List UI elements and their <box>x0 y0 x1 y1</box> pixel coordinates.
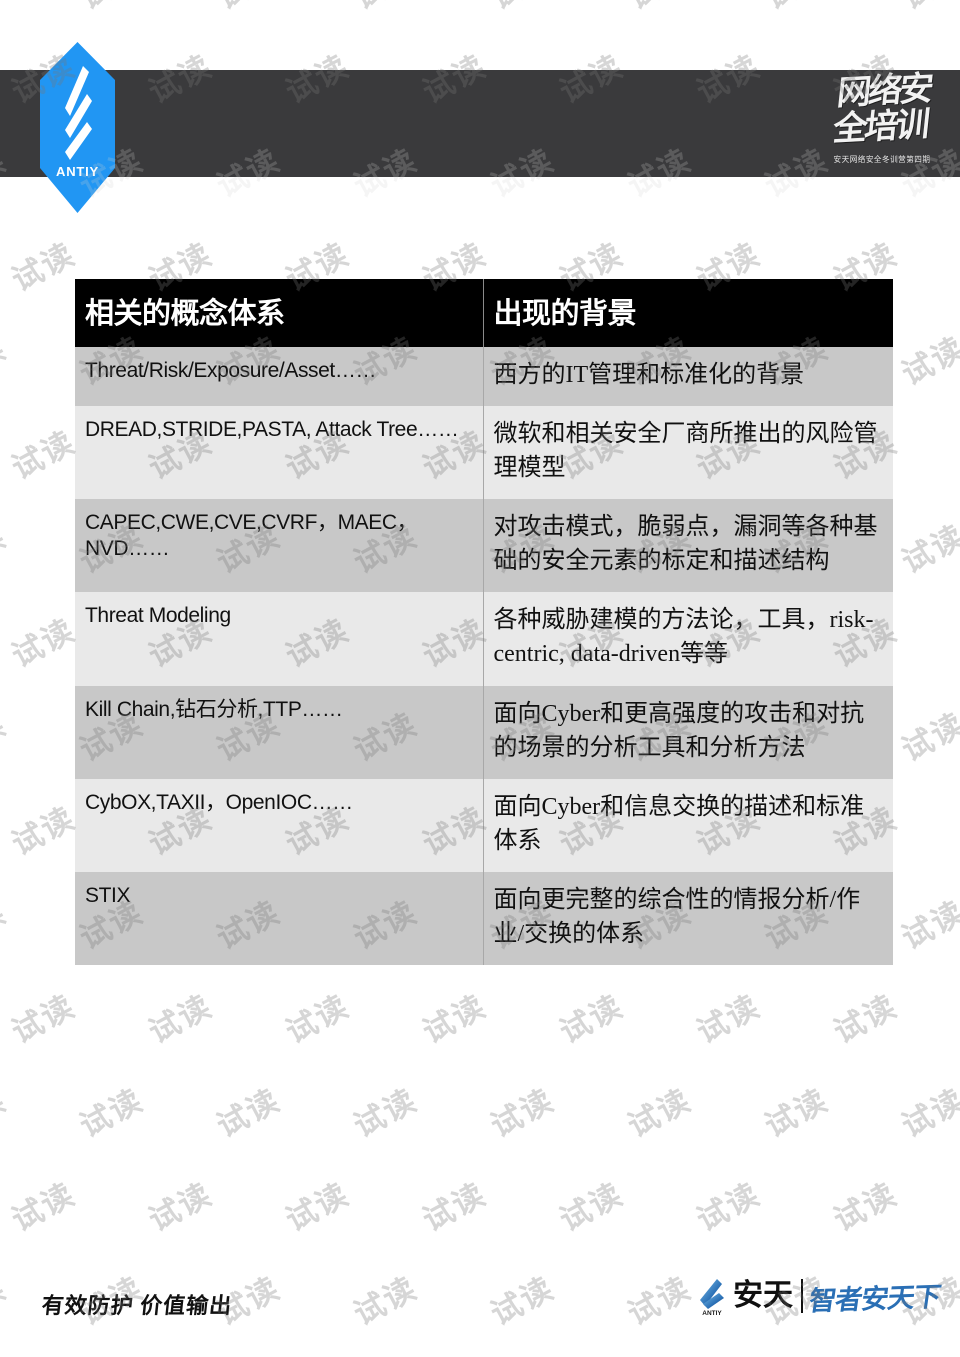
watermark-text: 试读 <box>485 1270 560 1333</box>
watermark-text: 试读 <box>0 894 12 957</box>
cell-concept: DREAD,STRIDE,PASTA, Attack Tree…… <box>75 406 483 500</box>
watermark-text: 试读 <box>142 988 218 1051</box>
cell-concept: Kill Chain,钻石分析,TTP…… <box>75 685 483 779</box>
watermark-text: 试读 <box>279 1176 355 1239</box>
watermark-text: 试读 <box>5 800 81 863</box>
calligraphy-subtitle: 安天网络安全冬训营第四期 <box>833 155 931 165</box>
watermark-text: 试读 <box>0 1270 12 1333</box>
watermark-text: 试读 <box>0 0 13 18</box>
cell-background: 面向更完整的综合性的情报分析/作业/交换的体系 <box>482 871 893 966</box>
concept-system-table: 相关的概念体系 出现的背景 Threat/Risk/Exposure/Asset… <box>75 279 893 966</box>
watermark-text: 试读 <box>5 612 81 675</box>
watermark-text: 试读 <box>481 0 560 18</box>
watermark-text: 试读 <box>279 988 355 1051</box>
watermark-text: 试读 <box>827 1176 903 1239</box>
cell-background: 各种威胁建模的方法论，工具，risk-centric, data-driven等… <box>482 592 893 686</box>
watermark-text: 试读 <box>690 1176 766 1239</box>
watermark-text: 试读 <box>896 894 960 957</box>
cell-background: 面向Cyber和信息交换的描述和标准体系 <box>482 778 893 872</box>
watermark-text: 试读 <box>896 706 960 769</box>
watermark-text: 试读 <box>416 988 492 1051</box>
watermark-text: 试读 <box>485 1082 560 1145</box>
table-row: DREAD,STRIDE,PASTA, Attack Tree…… 微软和相关安… <box>75 406 893 500</box>
watermark-text: 试读 <box>553 1176 629 1239</box>
svg-text:ANTIY: ANTIY <box>56 164 99 179</box>
watermark-text: 试读 <box>0 706 12 769</box>
footer-brand-name: 安天 <box>733 1279 793 1312</box>
antiy-logo: ANTIY <box>40 42 115 213</box>
table-header-row: 相关的概念体系 出现的背景 <box>75 279 893 347</box>
watermark-text: 试读 <box>5 988 81 1051</box>
watermark-text: 试读 <box>690 988 766 1051</box>
watermark-text: 试读 <box>755 0 834 18</box>
calligraphy-title: 网络安全培训 <box>831 70 933 149</box>
watermark-text: 试读 <box>618 0 697 18</box>
watermark-text: 试读 <box>5 236 81 299</box>
watermark-text: 试读 <box>896 518 960 581</box>
watermark-text: 试读 <box>827 988 903 1051</box>
watermark-text: 试读 <box>207 0 286 18</box>
watermark-text: 试读 <box>74 1082 149 1145</box>
cell-background: 西方的IT管理和标准化的背景 <box>482 347 893 407</box>
watermark-text: 试读 <box>0 1082 12 1145</box>
svg-text:ANTIY: ANTIY <box>702 1310 722 1316</box>
table-row: STIX 面向更完整的综合性的情报分析/作业/交换的体系 <box>75 871 893 966</box>
cell-concept: CAPEC,CWE,CVE,CVRF，MAEC，NVD…… <box>75 499 483 593</box>
cell-concept: CybOX,TAXII，OpenIOC…… <box>75 778 483 872</box>
antiy-mark-icon: ANTIY <box>695 1276 729 1317</box>
watermark-text: 试读 <box>5 1176 81 1239</box>
watermark-text: 试读 <box>896 1082 960 1145</box>
footer-tagline: 有效防护 价值输出 <box>40 1293 234 1318</box>
column-header-concept: 相关的概念体系 <box>75 279 483 347</box>
watermark-text: 试读 <box>759 1082 834 1145</box>
cell-background: 面向Cyber和更高强度的攻击和对抗的场景的分析工具和分析方法 <box>482 685 893 779</box>
table-row: Threat Modeling 各种威胁建模的方法论，工具，risk-centr… <box>75 592 893 686</box>
cell-concept: Threat Modeling <box>75 592 483 686</box>
watermark-text: 试读 <box>344 0 423 18</box>
watermark-text: 试读 <box>70 0 149 18</box>
cell-concept: STIX <box>75 871 483 966</box>
column-header-background: 出现的背景 <box>482 279 893 347</box>
watermark-text: 试读 <box>0 518 12 581</box>
watermark-text: 试读 <box>211 1082 286 1145</box>
header-band <box>0 70 960 177</box>
table-row: CybOX,TAXII，OpenIOC…… 面向Cyber和信息交换的描述和标准… <box>75 778 893 872</box>
watermark-text: 试读 <box>553 988 629 1051</box>
watermark-text: 试读 <box>0 330 12 393</box>
cell-background: 对攻击模式，脆弱点，漏洞等各种基础的安全元素的标定和描述结构 <box>482 499 893 593</box>
footer-brand: ANTIY 安天 智者安天下 <box>695 1268 943 1324</box>
watermark-text: 试读 <box>5 424 81 487</box>
watermark-text: 试读 <box>348 1082 423 1145</box>
watermark-text: 试读 <box>622 1082 697 1145</box>
cell-background: 微软和相关安全厂商所推出的风险管理模型 <box>482 406 893 500</box>
footer-brand-slogan: 智者安天下 <box>807 1281 943 1316</box>
watermark-text: 试读 <box>142 1176 218 1239</box>
watermark-text: 试读 <box>416 1176 492 1239</box>
watermark-text: 试读 <box>896 330 960 393</box>
watermark-text: 试读 <box>348 1270 423 1333</box>
watermark-text: 试读 <box>622 1270 697 1333</box>
table-row: Threat/Risk/Exposure/Asset…… 西方的IT管理和标准化… <box>75 347 893 407</box>
cell-concept: Threat/Risk/Exposure/Asset…… <box>75 347 483 407</box>
footer-brand-divider <box>801 1279 803 1313</box>
watermark-text: 试读 <box>892 0 960 18</box>
table-row: Kill Chain,钻石分析,TTP…… 面向Cyber和更高强度的攻击和对抗… <box>75 685 893 779</box>
header-calligraphy: 网络安全培训 安天网络安全冬训营第四期 <box>822 71 942 174</box>
table-row: CAPEC,CWE,CVE,CVRF，MAEC，NVD…… 对攻击模式，脆弱点，… <box>75 499 893 593</box>
